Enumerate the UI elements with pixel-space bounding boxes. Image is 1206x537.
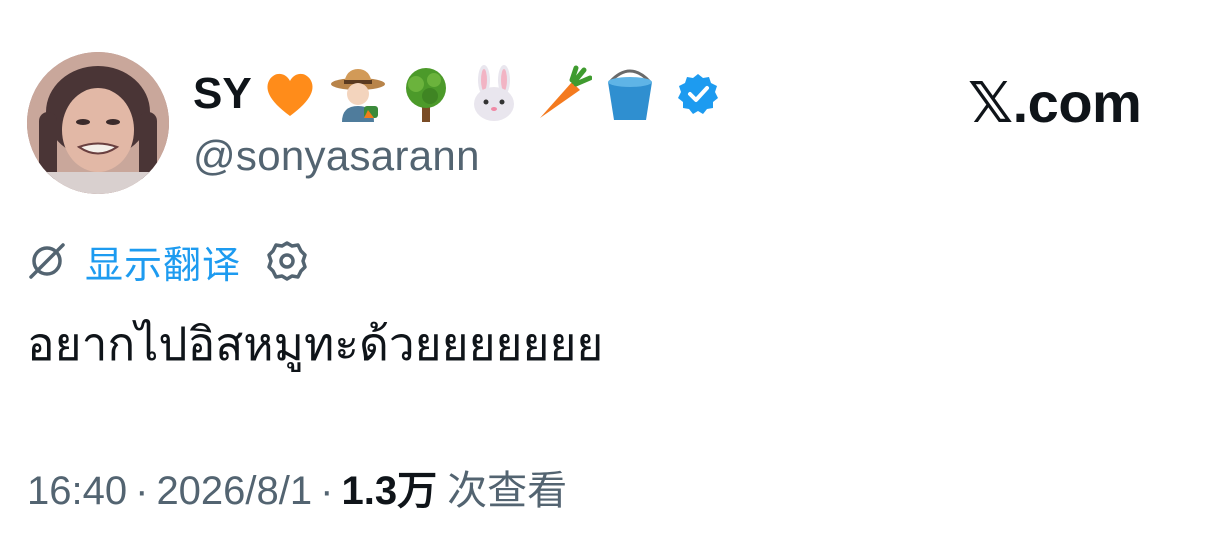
tweet-time[interactable]: 16:40 xyxy=(27,469,127,514)
site-label: 𝕏.com xyxy=(968,71,1142,134)
author-name-row[interactable]: SY xyxy=(193,62,720,126)
separator: · xyxy=(135,469,149,513)
tweet-card: SY @sonyasarann 𝕏.com 显示翻译 อยากไปอิสหมูท… xyxy=(0,0,1206,537)
translate-icon xyxy=(27,241,67,281)
avatar[interactable] xyxy=(27,52,169,194)
farmer-icon xyxy=(328,64,388,124)
avatar-image xyxy=(27,52,169,194)
views-label: 次查看 xyxy=(447,468,568,514)
views-unit: 万 xyxy=(397,468,438,514)
author-display-name[interactable]: SY xyxy=(193,69,252,119)
bucket-icon xyxy=(600,64,660,124)
gear-icon[interactable] xyxy=(265,239,309,283)
author-handle[interactable]: @sonyasarann xyxy=(193,132,480,180)
orange-heart-icon xyxy=(260,64,320,124)
show-translation-link[interactable]: 显示翻译 xyxy=(85,234,241,289)
carrot-icon xyxy=(532,64,592,124)
tweet-meta: 16:40 · 2026/8/1 · 1.3 万 次查看 xyxy=(27,458,567,516)
views-count: 1.3 xyxy=(341,469,398,513)
verified-badge-icon xyxy=(676,72,720,116)
tree-icon xyxy=(396,64,456,124)
tweet-text: อยากไปอิสหมูทะด้วยยยยยยย xyxy=(27,317,604,371)
separator: · xyxy=(320,469,334,513)
tweet-date[interactable]: 2026/8/1 xyxy=(156,469,312,514)
rabbit-face-icon xyxy=(464,64,524,124)
translate-row: 显示翻译 xyxy=(27,232,309,290)
